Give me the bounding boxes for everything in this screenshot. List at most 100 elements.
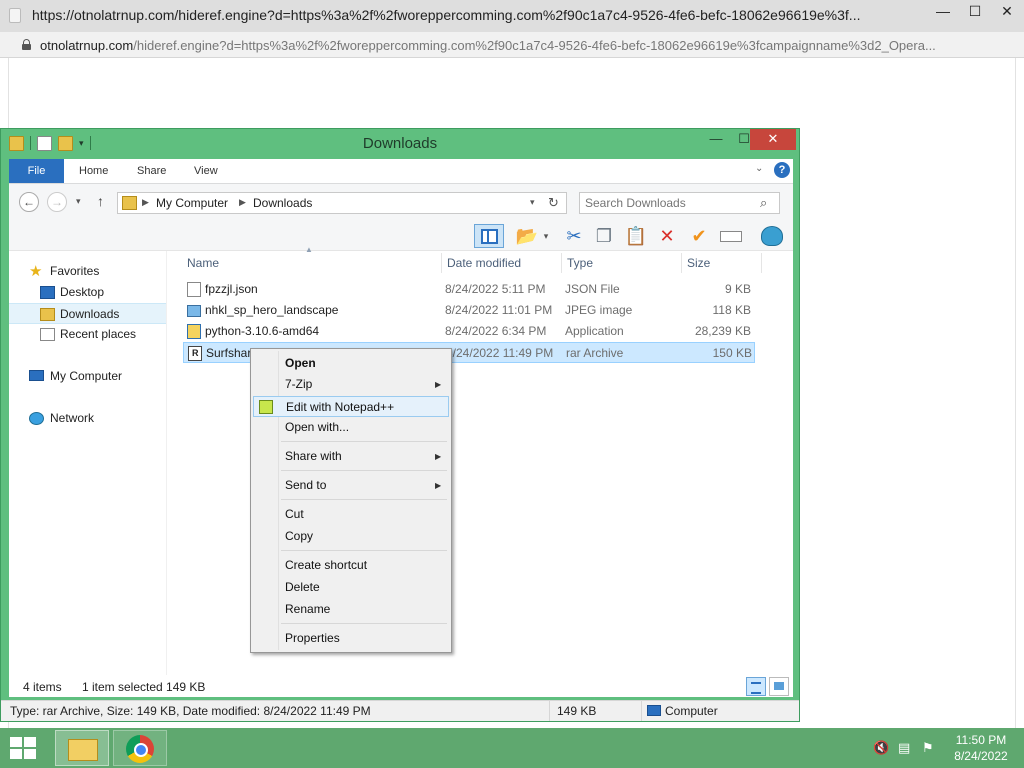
file-size: 118 KB: [712, 303, 751, 317]
menu-label: Open with...: [285, 420, 350, 434]
nav-network[interactable]: Network: [9, 408, 166, 429]
desktop-icon: [40, 286, 55, 299]
file-row[interactable]: python-3.10.6-amd64 8/24/2022 6:34 PM Ap…: [183, 321, 755, 342]
browser-address-bar[interactable]: otnolatrnup.com/hideref.engine?d=https%3…: [0, 32, 1024, 58]
column-divider[interactable]: [681, 253, 682, 273]
shell-toolbar: 📂 ▾ ✂ ❐ 📋 ✕ ✔: [9, 221, 793, 251]
taskbar-file-explorer[interactable]: [55, 730, 109, 766]
column-divider[interactable]: [561, 253, 562, 273]
network-tray-icon[interactable]: ▤: [898, 741, 914, 755]
breadcrumb-my-computer[interactable]: My Computer: [156, 196, 228, 210]
search-input[interactable]: [585, 196, 755, 210]
search-icon[interactable]: ⌕: [760, 195, 767, 211]
cut-icon[interactable]: ✂: [561, 224, 587, 248]
copy-icon[interactable]: ❐: [591, 224, 617, 248]
browser-window-title: https://otnolatrnup.com/hideref.engine?d…: [32, 7, 861, 23]
action-center-flag-icon[interactable]: ⚑: [922, 741, 938, 755]
menu-label: Copy: [285, 529, 314, 543]
url-text[interactable]: otnolatrnup.com/hideref.engine?d=https%3…: [40, 38, 1005, 53]
taskbar-chrome[interactable]: [113, 730, 167, 766]
navigation-bar: ← → ▾ ↑ ▶ My Computer ▶ Downloads ▾ ↻ ⌕: [9, 183, 793, 221]
menu-item-rename[interactable]: Rename: [253, 599, 449, 620]
menu-item-cut[interactable]: Cut: [253, 504, 449, 525]
file-row[interactable]: nhkl_sp_hero_landscape 8/24/2022 11:01 P…: [183, 300, 755, 321]
nav-favorites[interactable]: ★ Favorites: [9, 261, 166, 282]
search-box[interactable]: ⌕: [579, 192, 780, 214]
file-type: Application: [565, 324, 624, 338]
breadcrumb-arrow-icon[interactable]: ▶: [142, 197, 149, 208]
details-divider: [549, 701, 550, 721]
column-header-name[interactable]: Name: [187, 251, 219, 275]
column-divider[interactable]: [441, 253, 442, 273]
address-dropdown-icon[interactable]: ▾: [530, 197, 535, 208]
folder-properties-dropdown-icon[interactable]: ▾: [539, 224, 553, 248]
windows-logo-icon: [24, 749, 36, 759]
shell-shape-icon: [761, 226, 783, 246]
tab-home[interactable]: Home: [79, 159, 108, 183]
breadcrumb-downloads[interactable]: Downloads: [253, 196, 312, 210]
folder-properties-icon[interactable]: 📂: [514, 224, 540, 248]
menu-item-open-with[interactable]: Open with...: [253, 417, 449, 438]
tab-share[interactable]: Share: [137, 159, 166, 183]
explorer-minimize-button[interactable]: —: [702, 129, 730, 150]
file-row[interactable]: fpzzjl.json 8/24/2022 5:11 PM JSON File …: [183, 279, 755, 300]
explorer-title-bar[interactable]: ▾ Downloads — ☐ ✕: [1, 129, 799, 157]
menu-item-7zip[interactable]: 7-Zip ▶: [253, 374, 449, 395]
help-icon[interactable]: ?: [774, 162, 790, 178]
menu-separator: [281, 623, 447, 624]
column-header-size[interactable]: Size: [687, 251, 710, 275]
menu-item-properties[interactable]: Properties: [253, 628, 449, 649]
nav-downloads-label: Downloads: [60, 307, 120, 321]
menu-item-open[interactable]: Open: [253, 353, 449, 374]
menu-item-copy[interactable]: Copy: [253, 526, 449, 547]
browser-minimize-button[interactable]: —: [926, 0, 960, 24]
clock-time: 11:50 PM: [955, 733, 1007, 747]
address-bar[interactable]: ▶ My Computer ▶ Downloads ▾ ↻: [117, 192, 567, 214]
checkmark-icon[interactable]: ✔: [686, 224, 712, 248]
recent-locations-icon[interactable]: ▾: [76, 196, 81, 207]
delete-icon[interactable]: ✕: [654, 224, 680, 248]
browser-close-button[interactable]: ✕: [990, 0, 1024, 24]
ribbon-expand-icon[interactable]: ⌄: [755, 163, 763, 174]
refresh-icon[interactable]: ↻: [548, 195, 559, 211]
forward-button[interactable]: →: [47, 192, 67, 212]
context-menu: Open 7-Zip ▶ Edit with Notepad++ Open wit…: [250, 348, 452, 653]
taskbar: 🔇 ▤ ⚑ 11:50 PM 8/24/2022: [0, 728, 1024, 768]
network-icon: [29, 412, 44, 425]
start-button[interactable]: [10, 737, 38, 759]
shell-icon[interactable]: [759, 224, 785, 248]
back-button[interactable]: ←: [19, 192, 39, 212]
details-view-button[interactable]: [746, 677, 766, 696]
column-header-date[interactable]: Date modified: [447, 251, 521, 275]
nav-recent-places[interactable]: Recent places: [9, 324, 166, 345]
submenu-arrow-icon: ▶: [435, 380, 442, 389]
menu-label: Delete: [285, 580, 320, 594]
column-header-type[interactable]: Type: [567, 251, 593, 275]
volume-muted-icon[interactable]: 🔇: [873, 741, 889, 755]
preview-pane-button[interactable]: [474, 224, 504, 248]
nav-desktop[interactable]: Desktop: [9, 282, 166, 303]
rename-icon[interactable]: [718, 224, 744, 248]
menu-item-delete[interactable]: Delete: [253, 577, 449, 598]
paste-icon[interactable]: 📋: [623, 224, 649, 248]
browser-maximize-button[interactable]: ☐: [958, 0, 992, 24]
menu-item-edit-notepadpp[interactable]: Edit with Notepad++: [253, 396, 449, 417]
large-icons-view-button[interactable]: [769, 677, 789, 696]
tab-file[interactable]: File: [9, 159, 64, 183]
menu-item-create-shortcut[interactable]: Create shortcut: [253, 555, 449, 576]
up-button[interactable]: ↑: [97, 193, 104, 209]
menu-item-send-to[interactable]: Send to ▶: [253, 475, 449, 496]
tab-view[interactable]: View: [194, 159, 218, 183]
star-icon: ★: [29, 263, 43, 280]
explorer-close-button[interactable]: ✕: [750, 129, 796, 150]
nav-downloads[interactable]: Downloads: [9, 303, 166, 324]
breadcrumb-arrow-icon[interactable]: ▶: [239, 197, 246, 208]
menu-item-share-with[interactable]: Share with ▶: [253, 446, 449, 467]
column-divider[interactable]: [761, 253, 762, 273]
system-clock[interactable]: 11:50 PM 8/24/2022: [948, 732, 1014, 764]
lock-icon: [22, 39, 31, 50]
nav-my-computer[interactable]: My Computer: [9, 366, 166, 387]
recent-places-icon: [40, 328, 55, 341]
details-bar: Type: rar Archive, Size: 149 KB, Date mo…: [1, 700, 799, 721]
menu-label: Edit with Notepad++: [286, 400, 395, 414]
